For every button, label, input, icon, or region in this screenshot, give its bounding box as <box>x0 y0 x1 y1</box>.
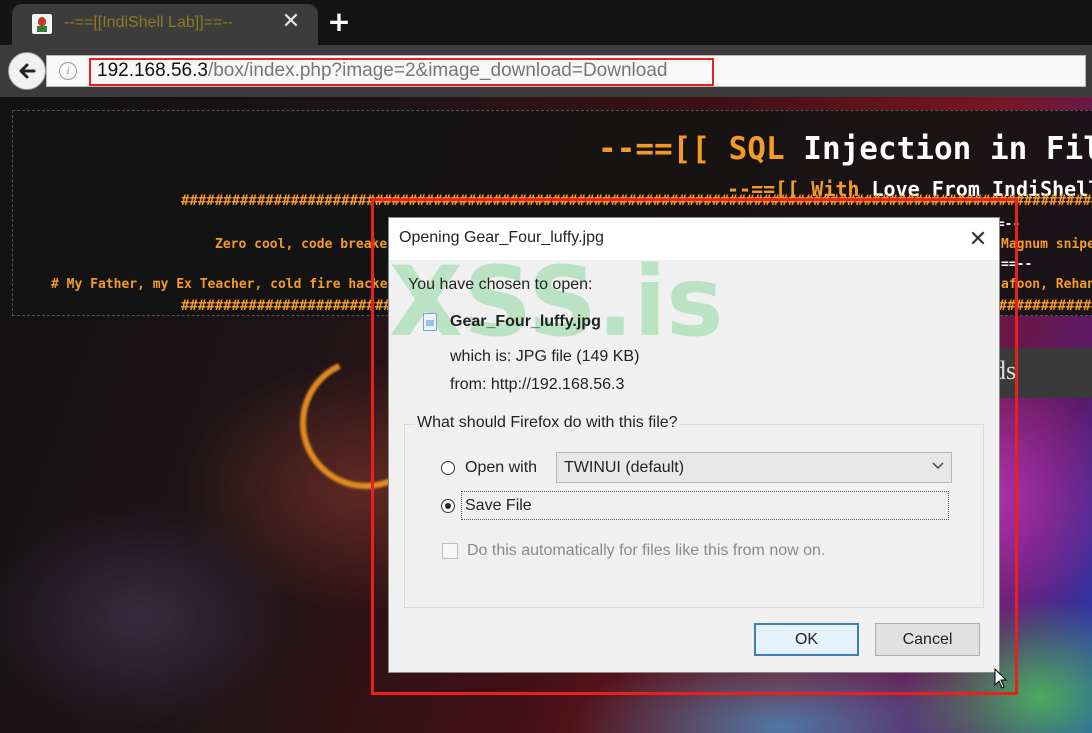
mouse-cursor-icon <box>994 668 1008 689</box>
open-with-radio[interactable] <box>441 461 455 475</box>
info-icon[interactable]: i <box>59 62 77 80</box>
open-with-label[interactable]: Open with <box>465 459 537 477</box>
image-file-icon <box>423 313 437 331</box>
site-favicon-icon <box>32 14 52 34</box>
chevron-down-icon <box>932 462 944 470</box>
new-tab-button[interactable]: + <box>326 8 352 36</box>
save-file-radio[interactable] <box>441 499 455 513</box>
file-source-info: from: http://192.168.56.3 <box>450 376 625 393</box>
auto-action-label: Do this automatically for files like thi… <box>467 542 826 559</box>
save-file-label[interactable]: Save File <box>465 497 532 515</box>
tab-close-icon[interactable]: ✕ <box>280 11 302 33</box>
open-with-select[interactable]: TWINUI (default) <box>556 452 952 483</box>
greetings-left-1: Zero cool, code breaker <box>215 237 396 252</box>
arrow-left-icon <box>19 63 36 79</box>
cancel-button[interactable]: Cancel <box>875 623 980 656</box>
filename: Gear_Four_luffy.jpg <box>450 313 601 330</box>
download-dialog: Opening Gear_Four_luffy.jpg ✕ XSS.is You… <box>388 217 1000 673</box>
page-title-orange: --==[[ SQL <box>598 131 785 167</box>
page-title-white: Injection in File <box>803 131 1092 167</box>
page-title: --==[[ SQL Injection in File D <box>598 131 1092 167</box>
dialog-title: Opening Gear_Four_luffy.jpg <box>399 229 604 246</box>
browser-tab[interactable]: --==[[IndiShell Lab]]==-- ✕ <box>12 4 318 45</box>
save-file-focus-outline <box>461 491 949 520</box>
back-button[interactable] <box>8 52 46 90</box>
browser-titlebar: --==[[IndiShell Lab]]==-- ✕ + <box>0 0 1092 45</box>
open-with-selected-app: TWINUI (default) <box>564 459 685 476</box>
ok-button[interactable]: OK <box>754 623 859 656</box>
action-group-legend: What should Firefox do with this file? <box>415 414 680 432</box>
dialog-close-icon[interactable]: ✕ <box>963 224 993 254</box>
tab-title: --==[[IndiShell Lab]]==-- <box>64 14 233 31</box>
chosen-to-open-label: You have chosen to open: <box>408 276 593 293</box>
url-highlight-box <box>89 58 714 86</box>
watermark: XSS.is <box>389 246 724 358</box>
file-type-info: which is: JPG file (149 KB) <box>450 348 640 365</box>
greetings-left-2: # My Father, my Ex Teacher, cold fire ha… <box>51 277 404 292</box>
auto-action-checkbox[interactable] <box>442 543 458 559</box>
